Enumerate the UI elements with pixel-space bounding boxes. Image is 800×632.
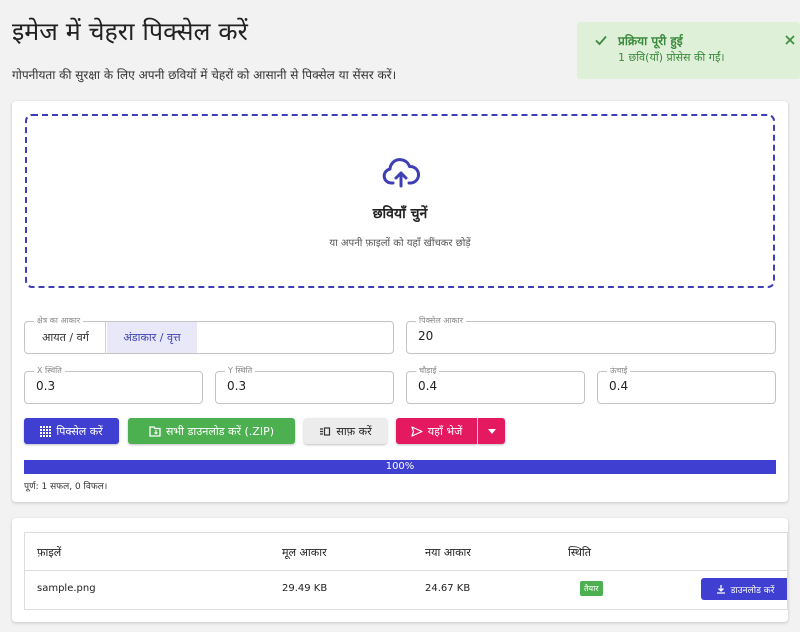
toast-title: प्रक्रिया पूरी हुई bbox=[618, 34, 683, 48]
grid-icon bbox=[40, 425, 52, 437]
results-card: फ़ाइलें मूल आकार नया आकार स्थिति sample.… bbox=[12, 518, 788, 622]
close-icon[interactable] bbox=[782, 32, 798, 48]
width-label: चौड़ाई bbox=[416, 365, 440, 376]
y-position-label: Y स्थिति bbox=[225, 365, 256, 376]
row-divider bbox=[25, 570, 787, 571]
download-file-label: डाउनलोड करें bbox=[730, 585, 775, 596]
y-position-input[interactable] bbox=[227, 379, 384, 393]
x-position-label: X स्थिति bbox=[34, 365, 65, 376]
send-options-dropdown[interactable] bbox=[478, 418, 505, 444]
file-name: sample.png bbox=[37, 583, 96, 594]
cloud-upload-icon bbox=[382, 158, 421, 188]
download-icon bbox=[716, 585, 725, 594]
clear-button[interactable]: साफ़ करें bbox=[304, 418, 387, 444]
download-file-button[interactable]: डाउनलोड करें bbox=[701, 578, 787, 600]
clear-button-label: साफ़ करें bbox=[336, 424, 372, 438]
results-table: फ़ाइलें मूल आकार नया आकार स्थिति sample.… bbox=[24, 532, 788, 610]
header-original-size: मूल आकार bbox=[282, 546, 327, 559]
send-here-label: यहाँ भेजें bbox=[427, 424, 463, 438]
check-icon bbox=[595, 35, 607, 46]
dropzone-subtitle: या अपनी फ़ाइलों को यहाँ खींचकर छोड़ें bbox=[329, 238, 471, 249]
region-shape-toggle: क्षेत्र का आकार आयत / वर्ग अंडाकार / वृत… bbox=[24, 315, 394, 354]
progress-bar: 100% bbox=[24, 460, 776, 474]
status-badge: तैयार bbox=[580, 581, 603, 596]
image-dropzone[interactable]: छवियाँ चुनें या अपनी फ़ाइलों को यहाँ खीं… bbox=[25, 114, 775, 288]
pixel-size-label: पिक्सेल आकार bbox=[416, 315, 466, 326]
send-here-button[interactable]: यहाँ भेजें bbox=[396, 418, 477, 444]
y-position-field: Y स्थिति bbox=[215, 365, 394, 404]
x-position-field: X स्थिति bbox=[24, 365, 203, 404]
clear-list-icon bbox=[320, 426, 331, 436]
header-status: स्थिति bbox=[568, 546, 592, 559]
x-position-input[interactable] bbox=[36, 379, 193, 393]
height-field: ऊंचाई bbox=[597, 365, 776, 404]
pixel-size-field: पिक्सेल आकार bbox=[406, 315, 776, 354]
toast-message: 1 छवि(याँ) प्रोसेस की गईं। bbox=[618, 51, 725, 64]
progress-summary: पूर्ण: 1 सफल, 0 विफल। bbox=[24, 482, 108, 492]
page-subtitle: गोपनीयता की सुरक्षा के लिए अपनी छवियों म… bbox=[12, 68, 397, 82]
new-size: 24.67 KB bbox=[425, 583, 471, 594]
width-input[interactable] bbox=[418, 379, 575, 393]
header-files: फ़ाइलें bbox=[37, 546, 62, 559]
progress-percent: 100% bbox=[385, 461, 415, 472]
pixel-size-input[interactable] bbox=[418, 329, 766, 343]
pixelate-button[interactable]: पिक्सेल करें bbox=[24, 418, 119, 444]
header-new-size: नया आकार bbox=[425, 546, 471, 559]
width-field: चौड़ाई bbox=[406, 365, 585, 404]
height-label: ऊंचाई bbox=[607, 365, 631, 376]
download-zip-label: सभी डाउनलोड करें (.ZIP) bbox=[165, 424, 274, 438]
original-size: 29.49 KB bbox=[282, 583, 328, 594]
send-icon bbox=[411, 425, 423, 437]
height-input[interactable] bbox=[609, 379, 766, 393]
dropzone-title: छवियाँ चुनें bbox=[372, 206, 428, 222]
pixelate-button-label: पिक्सेल करें bbox=[56, 424, 103, 438]
success-toast: प्रक्रिया पूरी हुई 1 छवि(याँ) प्रोसेस की… bbox=[577, 22, 800, 79]
caret-down-icon bbox=[487, 428, 496, 434]
download-zip-button[interactable]: सभी डाउनलोड करें (.ZIP) bbox=[128, 418, 295, 444]
archive-icon bbox=[149, 425, 161, 437]
page-title: इमेज में चेहरा पिक्सेल करें bbox=[12, 17, 248, 46]
shape-oval-option[interactable]: अंडाकार / वृत्त bbox=[107, 322, 197, 353]
shape-rectangle-option[interactable]: आयत / वर्ग bbox=[26, 322, 106, 353]
